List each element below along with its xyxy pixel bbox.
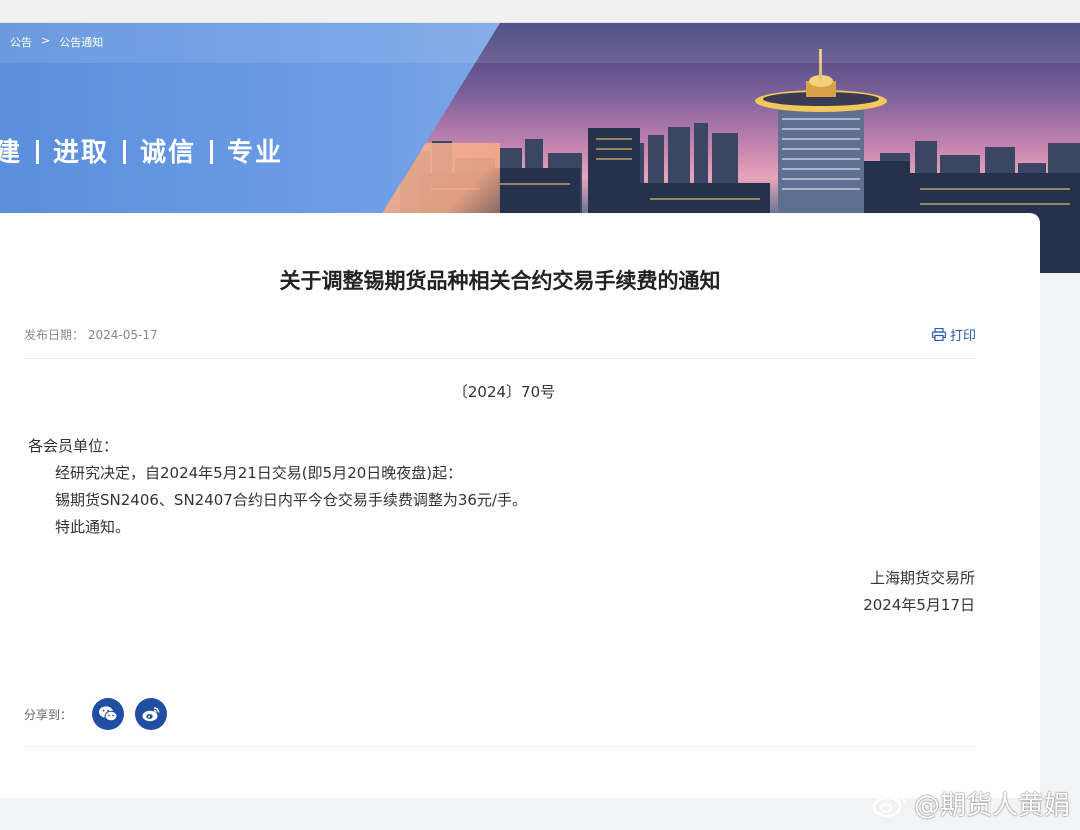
- page-title: 关于调整锡期货品种相关合约交易手续费的通知: [279, 269, 721, 293]
- notice-body: 各会员单位： 经研究决定，自2024年5月21日交易(即5月20日晚夜盘)起： …: [28, 433, 527, 541]
- wechat-icon: [99, 706, 118, 722]
- publish-date: 发布日期： 2024-05-17: [24, 326, 158, 343]
- slogan-separator: [123, 140, 127, 164]
- breadcrumb-separator: >: [41, 34, 51, 47]
- divider: [24, 746, 976, 747]
- print-button[interactable]: 打印: [932, 325, 976, 344]
- watermark-text: @期货人黄娟: [913, 791, 1070, 821]
- share-wechat-button[interactable]: [92, 698, 125, 730]
- share-bar: 分享到：: [24, 698, 178, 730]
- issue-date: 2024年5月17日: [863, 596, 975, 614]
- signature-block: 上海期货交易所 2024年5月17日: [863, 565, 975, 619]
- issuer: 上海期货交易所: [869, 569, 975, 587]
- weibo-logo-icon: [872, 792, 906, 817]
- divider: [24, 358, 976, 359]
- printer-icon: [932, 328, 946, 341]
- slogan-separator: [210, 140, 214, 164]
- share-weibo-button[interactable]: [135, 698, 168, 730]
- breadcrumb-item-notice[interactable]: 公告通知: [59, 34, 103, 50]
- publish-date-label: 发布日期：: [24, 328, 85, 342]
- breadcrumb: 公告 > 公告通知: [10, 34, 103, 50]
- print-label: 打印: [950, 329, 977, 344]
- banner-slogan: 建进取 诚信 专业: [0, 138, 284, 168]
- salutation: 各会员单位：: [28, 437, 119, 455]
- share-label: 分享到：: [24, 707, 73, 722]
- publish-date-value: 2024-05-17: [87, 328, 158, 342]
- watermark: @期货人黄娟: [872, 785, 1070, 822]
- body-paragraph: 经研究决定，自2024年5月21日交易(即5月20日晚夜盘)起：: [55, 464, 463, 482]
- breadcrumb-item-announcement[interactable]: 公告: [10, 34, 32, 50]
- breadcrumb-bar: [0, 23, 1080, 63]
- notice-card: 关于调整锡期货品种相关合约交易手续费的通知 发布日期： 2024-05-17 打…: [0, 213, 1040, 798]
- document-number: 〔2024〕70号: [452, 383, 556, 401]
- body-paragraph: 锡期货SN2406、SN2407合约日内平今仓交易手续费调整为36元/手。: [55, 491, 527, 509]
- body-paragraph: 特此通知。: [55, 518, 131, 536]
- browser-top-strip: [0, 0, 1080, 23]
- weibo-icon: [142, 707, 160, 722]
- slogan-separator: [36, 140, 40, 164]
